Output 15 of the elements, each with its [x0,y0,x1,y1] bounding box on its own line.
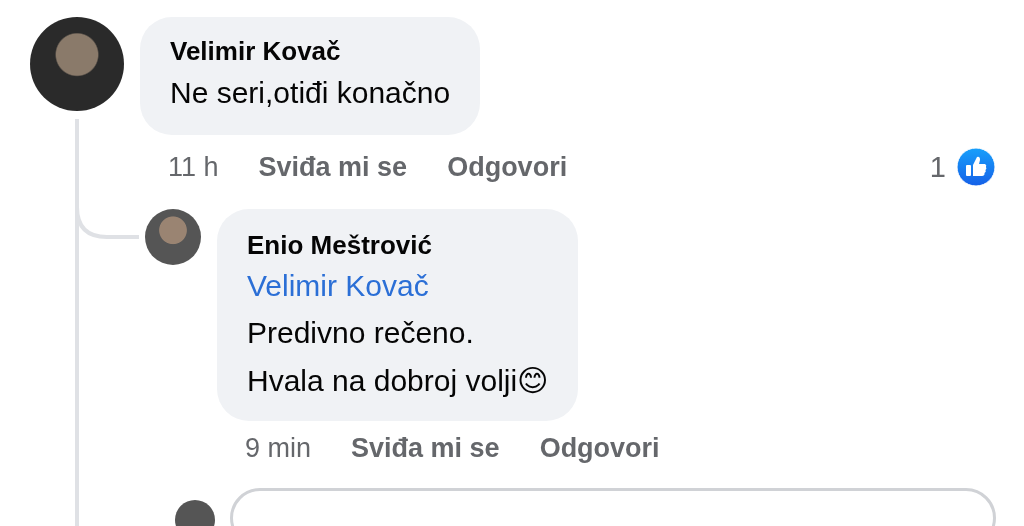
like-link[interactable]: Sviđa mi se [351,433,500,464]
reply-link[interactable]: Odgovori [539,433,660,464]
reaction-count: 1 [929,150,946,184]
avatar[interactable] [145,209,201,265]
like-link[interactable]: Sviđa mi se [258,151,408,183]
comment-text: Ne seri,otiđi konačno [170,75,451,111]
author-name[interactable]: Velimir Kovač [170,33,451,69]
thumbs-up-icon [956,147,996,187]
comment-text: Hvala na dobroj volji😊 [247,363,549,399]
author-name[interactable]: Enio Meštrović [247,227,549,263]
timestamp: 11 h [168,151,219,183]
comment-text: Predivno rečeno. [247,315,475,351]
mention-link[interactable]: Velimir Kovač [247,263,549,309]
timestamp: 9 min [245,433,312,464]
reply-link[interactable]: Odgovori [447,151,568,183]
